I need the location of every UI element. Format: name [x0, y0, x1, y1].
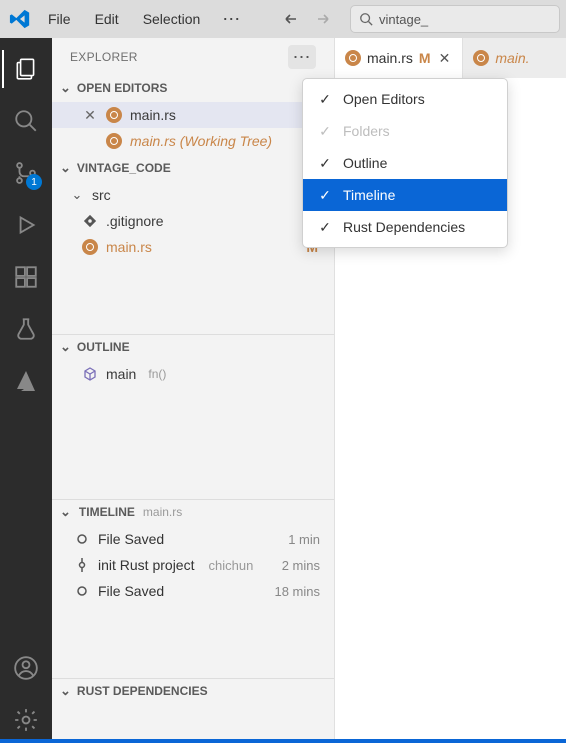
menu-overflow-icon[interactable]: ⋯	[214, 5, 249, 34]
rust-file-icon	[345, 50, 361, 66]
timeline-item[interactable]: File Saved 1 min	[52, 526, 334, 552]
menu-edit[interactable]: Edit	[85, 7, 129, 31]
activity-account-icon[interactable]	[2, 645, 50, 691]
search-icon	[359, 12, 373, 26]
command-center-search[interactable]: vintage_	[350, 5, 560, 33]
outline-header[interactable]: ⌄ OUTLINE	[52, 334, 334, 359]
activity-scm-icon[interactable]: 1	[2, 150, 50, 196]
timeline-header[interactable]: ⌄ TIMELINE main.rs	[52, 499, 334, 524]
chevron-down-icon: ⌄	[70, 187, 84, 203]
dropdown-item-rust-dependencies[interactable]: ✓ Rust Dependencies	[303, 211, 507, 243]
activity-extensions-icon[interactable]	[2, 254, 50, 300]
dropdown-item-open-editors[interactable]: ✓ Open Editors	[303, 83, 507, 115]
chevron-down-icon: ⌄	[60, 339, 71, 355]
chevron-down-icon: ⌄	[60, 683, 71, 699]
check-icon: ✓	[317, 219, 333, 236]
tab-main-rs-diff[interactable]: main.	[463, 38, 539, 78]
activity-search-icon[interactable]	[2, 98, 50, 144]
tab-bar: main.rs M ✕ main.	[335, 38, 566, 78]
activity-azure-icon[interactable]	[2, 358, 50, 404]
dropdown-item-timeline[interactable]: ✓ Timeline	[303, 179, 507, 211]
save-event-icon	[74, 583, 90, 599]
tab-main-rs[interactable]: main.rs M ✕	[335, 38, 463, 78]
check-icon: ✓	[317, 187, 333, 204]
scm-badge: 1	[26, 174, 42, 190]
tree-folder[interactable]: ⌄ src	[52, 182, 334, 208]
nav-back-icon[interactable]	[276, 4, 306, 34]
search-text: vintage_	[379, 12, 428, 27]
sidebar-more-icon[interactable]: ⋯	[288, 45, 316, 69]
scm-modified-badge: M	[419, 50, 431, 66]
activity-testing-icon[interactable]	[2, 306, 50, 352]
open-editor-item[interactable]: ✕ main.rs	[52, 102, 334, 128]
symbol-function-icon	[82, 366, 98, 382]
dropdown-item-folders: ✓ Folders	[303, 115, 507, 147]
close-icon[interactable]: ✕	[437, 50, 453, 67]
timeline-item[interactable]: init Rust project chichun 2 mins	[52, 552, 334, 578]
save-event-icon	[74, 531, 90, 547]
close-icon[interactable]: ✕	[82, 107, 98, 124]
chevron-down-icon: ⌄	[60, 160, 71, 176]
views-dropdown: ✓ Open Editors ✓ Folders ✓ Outline ✓ Tim…	[302, 78, 508, 248]
explorer-sidebar: EXPLORER ⋯ ⌄ OPEN EDITORS ✕ main.rs main…	[52, 38, 335, 743]
activity-debug-icon[interactable]	[2, 202, 50, 248]
activity-explorer-icon[interactable]	[2, 46, 50, 92]
rust-file-icon	[106, 107, 122, 123]
outline-item[interactable]: main fn()	[52, 361, 334, 387]
chevron-down-icon: ⌄	[60, 80, 71, 96]
commit-event-icon	[74, 557, 90, 573]
check-icon: ✓	[317, 155, 333, 172]
activity-settings-icon[interactable]	[2, 697, 50, 743]
menubar: File Edit Selection ⋯ vintage_	[0, 0, 566, 38]
vscode-logo-icon	[6, 5, 34, 33]
tree-file-gitignore[interactable]: .gitignore	[52, 208, 334, 234]
open-editors-header[interactable]: ⌄ OPEN EDITORS	[52, 76, 334, 100]
check-icon: ✓	[317, 91, 333, 108]
status-bar	[0, 739, 566, 743]
timeline-item[interactable]: File Saved 18 mins	[52, 578, 334, 604]
rust-file-icon	[106, 133, 122, 149]
nav-forward-icon[interactable]	[308, 4, 338, 34]
tree-file-main-rs[interactable]: main.rs M	[52, 234, 334, 260]
menu-selection[interactable]: Selection	[133, 7, 211, 31]
open-editor-item[interactable]: main.rs (Working Tree)	[52, 128, 334, 154]
rust-file-icon	[473, 50, 489, 66]
menu-file[interactable]: File	[38, 7, 81, 31]
activity-bar: 1	[0, 38, 52, 743]
dropdown-item-outline[interactable]: ✓ Outline	[303, 147, 507, 179]
rust-file-icon	[82, 239, 98, 255]
folder-header[interactable]: ⌄ VINTAGE_CODE	[52, 156, 334, 180]
rust-dependencies-header[interactable]: ⌄ RUST DEPENDENCIES	[52, 678, 334, 703]
gitignore-icon	[82, 213, 98, 229]
sidebar-title: EXPLORER	[70, 50, 138, 64]
chevron-down-icon: ⌄	[60, 504, 71, 520]
check-icon: ✓	[317, 123, 333, 140]
